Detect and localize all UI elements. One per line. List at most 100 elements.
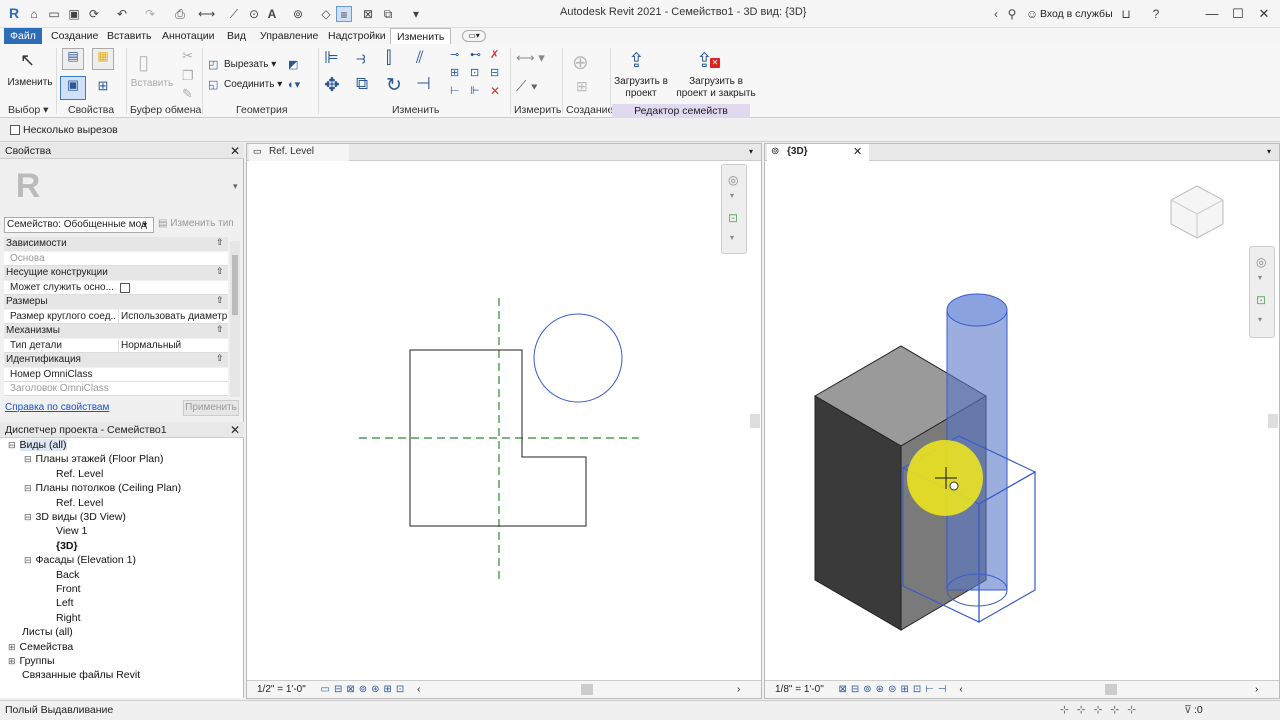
close-icon[interactable]: ✕ bbox=[230, 423, 240, 437]
chevron-down-icon[interactable]: ▾ bbox=[1267, 147, 1271, 156]
close-button[interactable]: ✕ bbox=[1254, 4, 1274, 24]
redo-icon[interactable]: ↷ bbox=[142, 6, 158, 22]
close-hidden-icon[interactable]: ⊠ bbox=[360, 6, 376, 22]
section-icon[interactable]: ◇ bbox=[318, 6, 334, 22]
chevron-down-icon[interactable]: ▾ bbox=[143, 220, 147, 229]
split-gap-icon[interactable]: ⊷ bbox=[470, 48, 481, 61]
create-group-icon[interactable]: ⊞ bbox=[576, 78, 588, 95]
chevron-down-icon[interactable]: ▾ bbox=[1258, 315, 1262, 324]
signin-button[interactable]: Вход в службы bbox=[1040, 8, 1113, 20]
expand-icon[interactable]: ⊞ bbox=[8, 656, 16, 666]
navigation-bar[interactable]: ◎ ▾ ⊡ ▾ bbox=[1249, 246, 1275, 338]
property-category[interactable]: Размеры bbox=[4, 295, 228, 309]
undo-icon[interactable]: ↶ bbox=[114, 6, 130, 22]
tab-create[interactable]: Создание bbox=[45, 28, 104, 44]
minimize-button[interactable]: — bbox=[1202, 4, 1222, 24]
move-icon[interactable]: ✥ bbox=[324, 74, 340, 97]
home-icon[interactable]: ⌂ bbox=[26, 6, 42, 22]
3d-view-icon[interactable]: ⊚ bbox=[290, 6, 306, 22]
void-circle[interactable] bbox=[533, 313, 623, 403]
property-row[interactable]: Тип детали Нормальный bbox=[4, 338, 228, 353]
property-row[interactable]: Номер OmniClass bbox=[4, 367, 228, 382]
match-props-icon[interactable]: ✎ bbox=[182, 86, 193, 102]
save-icon[interactable]: ▣ bbox=[66, 6, 82, 22]
zoom-icon[interactable]: ⊡ bbox=[728, 211, 738, 225]
collapse-icon[interactable]: ⊟ bbox=[8, 440, 16, 450]
type-properties-icon[interactable]: ▣ bbox=[60, 76, 86, 100]
collapse-icon[interactable]: ⊟ bbox=[24, 454, 32, 464]
cut-geometry-button[interactable]: Вырезать ▾ bbox=[224, 59, 276, 70]
properties-icon[interactable]: ▤ bbox=[62, 48, 84, 70]
vertical-scroll-thumb[interactable] bbox=[750, 414, 760, 428]
paste-icon[interactable]: ▯ bbox=[138, 50, 149, 75]
scale-icon[interactable]: ⊡ bbox=[470, 66, 479, 79]
chevron-right-icon[interactable]: › bbox=[1255, 681, 1258, 698]
sync-icon[interactable]: ⟳ bbox=[86, 6, 102, 22]
dimension-icon[interactable]: ⟋ bbox=[226, 6, 242, 22]
filter-icon[interactable]: ⊽ bbox=[1184, 701, 1192, 720]
delete-icon[interactable]: ✕ bbox=[490, 84, 500, 98]
tree-item[interactable]: View 1 bbox=[40, 525, 87, 537]
help-icon[interactable]: ? bbox=[1148, 6, 1164, 22]
family-category-icon[interactable]: ⊞ bbox=[92, 78, 114, 98]
tab-insert[interactable]: Вставить bbox=[101, 28, 158, 44]
tree-item[interactable]: ⊞ Семейства bbox=[8, 641, 73, 653]
join-geometry-button[interactable]: Соединить ▾ bbox=[224, 79, 282, 90]
tab-modify[interactable]: Изменить bbox=[390, 28, 452, 44]
cart-icon[interactable]: ⊔ bbox=[1118, 6, 1134, 22]
steering-wheel-icon[interactable]: ◎ bbox=[728, 173, 738, 187]
vertical-scroll-thumb[interactable] bbox=[1268, 414, 1278, 428]
unpin-icon[interactable]: ✗ bbox=[490, 48, 499, 61]
paste-button[interactable]: Вставить bbox=[130, 78, 174, 89]
chevron-down-icon[interactable]: ▾ bbox=[1258, 273, 1262, 282]
tree-item[interactable]: {3D} bbox=[40, 540, 78, 552]
property-category[interactable]: Идентификация bbox=[4, 353, 228, 367]
tree-item[interactable]: Front bbox=[40, 583, 81, 595]
tree-item[interactable]: ⊟ Планы этажей (Floor Plan) bbox=[24, 453, 163, 465]
measure-between-icon[interactable]: ⟷ ▾ bbox=[516, 50, 545, 66]
thin-lines-icon[interactable]: ≡ bbox=[336, 6, 352, 22]
view-scale[interactable]: 1/8" = 1'-0" bbox=[775, 684, 824, 695]
tab-annotate[interactable]: Аннотации bbox=[156, 28, 221, 44]
tree-item[interactable]: ⊟ Фасады (Elevation 1) bbox=[24, 554, 136, 566]
multiple-cutouts-checkbox[interactable] bbox=[10, 125, 20, 135]
property-value[interactable]: Нормальный bbox=[118, 338, 228, 353]
zoom-icon[interactable]: ⊡ bbox=[1256, 293, 1266, 307]
load-into-project-button[interactable]: Загрузить в проект bbox=[612, 76, 670, 100]
aligned-dimension-icon[interactable]: ⟋ ▾ bbox=[516, 78, 538, 95]
tree-item[interactable]: ⊟ 3D виды (3D View) bbox=[24, 511, 126, 523]
steering-wheel-icon[interactable]: ◎ bbox=[1256, 255, 1266, 269]
tree-item[interactable]: Связанные файлы Revit bbox=[8, 669, 140, 681]
navigation-bar[interactable]: ◎ ▾ ⊡ ▾ bbox=[721, 164, 747, 254]
view-cube[interactable] bbox=[1170, 185, 1224, 239]
chevron-left-icon[interactable]: ‹ bbox=[959, 684, 962, 695]
grip-icon[interactable] bbox=[949, 481, 959, 491]
property-row[interactable]: Может служить осно... bbox=[4, 280, 228, 295]
property-row[interactable]: Размер круглого соед... Использовать диам… bbox=[4, 309, 228, 324]
help-link[interactable]: Справка по свойствам bbox=[5, 402, 109, 413]
chevron-down-icon[interactable]: ▾ bbox=[749, 147, 753, 156]
modify-button[interactable]: Изменить bbox=[6, 77, 54, 88]
family-selector[interactable]: Семейство: Обобщенные мод bbox=[4, 217, 154, 233]
property-row[interactable]: Основа bbox=[4, 251, 228, 266]
view-scale[interactable]: 1/2" = 1'-0" bbox=[257, 684, 306, 695]
tree-item[interactable]: Right bbox=[40, 612, 81, 624]
measure-icon[interactable]: ⟷ bbox=[198, 6, 215, 22]
expand-icon[interactable]: ⊞ bbox=[8, 642, 16, 652]
tab-view[interactable]: Вид bbox=[221, 28, 252, 44]
property-category[interactable]: Зависимости bbox=[4, 237, 228, 251]
horizontal-scroll-thumb[interactable] bbox=[1105, 684, 1117, 695]
properties-scrollbar[interactable] bbox=[230, 241, 240, 397]
tab-addins[interactable]: Надстройки bbox=[322, 28, 392, 44]
family-types-icon[interactable]: ▦ bbox=[92, 48, 114, 70]
chevron-right-icon[interactable]: › bbox=[737, 681, 740, 698]
tree-item[interactable]: ⊟ Планы потолков (Ceiling Plan) bbox=[24, 482, 181, 494]
tab-file[interactable]: Файл bbox=[4, 28, 42, 44]
apply-button[interactable]: Применить bbox=[183, 400, 239, 416]
switch-windows-icon[interactable]: ⧉ bbox=[380, 6, 396, 22]
revit-logo-icon[interactable]: R bbox=[6, 5, 22, 21]
plan-canvas[interactable] bbox=[247, 162, 761, 682]
chevron-down-icon[interactable]: ▾ bbox=[233, 181, 238, 192]
user-icon[interactable]: ☺ bbox=[1024, 6, 1040, 22]
horizontal-scroll-thumb[interactable] bbox=[581, 684, 593, 695]
